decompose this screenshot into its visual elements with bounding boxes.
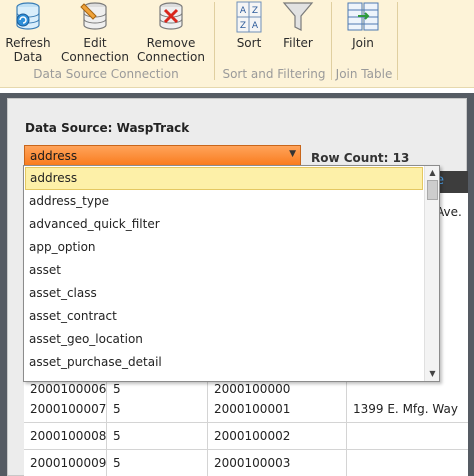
- refresh-data-label: Refresh Data: [5, 36, 51, 64]
- dropdown-item-address[interactable]: address: [25, 167, 423, 190]
- table-row[interactable]: 2000100009 5 2000100003: [24, 450, 468, 476]
- sort-icon-letter: A: [240, 6, 247, 16]
- sort-label: Sort: [236, 36, 262, 50]
- table-cell: 5: [107, 450, 208, 476]
- group-label-join: Join Table: [335, 67, 393, 81]
- table-cell: 5: [107, 423, 208, 450]
- dropdown-item-asset-contract[interactable]: asset_contract: [25, 305, 423, 328]
- table-row[interactable]: 2000100007 5 2000100001 1399 E. Mfg. Way: [24, 395, 468, 423]
- database-remove-icon: [159, 2, 183, 30]
- ribbon-separator: [397, 2, 398, 80]
- table-cell: [347, 450, 468, 476]
- scroll-down-arrow-icon[interactable]: ▼: [425, 367, 440, 381]
- sort-icon-letter: Z: [240, 21, 246, 31]
- table-cell: 2000100002: [208, 423, 347, 450]
- dropdown-item-asset-class[interactable]: asset_class: [25, 282, 423, 305]
- table-select-dropdown-list[interactable]: address address_type advanced_quick_filt…: [23, 165, 440, 382]
- filter-button[interactable]: Filter: [276, 0, 320, 50]
- group-label-sort: Sort and Filtering: [222, 67, 326, 81]
- combobox-value: address: [30, 149, 78, 163]
- sort-icon-letter: Z: [252, 6, 258, 16]
- dropdown-item-asset[interactable]: asset: [25, 259, 423, 282]
- table-cell: 2000100007: [24, 395, 107, 423]
- sort-button[interactable]: A Z Z A Sort: [226, 0, 272, 50]
- table-select-combobox[interactable]: address ▼: [24, 145, 301, 167]
- dropdown-item-app-option[interactable]: app_option: [25, 236, 423, 259]
- database-refresh-icon: [16, 2, 40, 30]
- join-label: Join: [352, 36, 374, 50]
- join-button[interactable]: Join: [342, 0, 384, 50]
- table-cell: 2000100008: [24, 423, 107, 450]
- database-edit-icon: [80, 2, 107, 30]
- table-cell: 1399 E. Mfg. Way: [353, 402, 458, 416]
- filter-label: Filter: [283, 36, 313, 50]
- table-row[interactable]: 2000100008 5 2000100002: [24, 423, 468, 450]
- table-cell: 2000100001: [208, 395, 347, 423]
- remove-connection-label: Remove Connection: [137, 36, 205, 64]
- dropdown-item-asset-geo-location[interactable]: asset_geo_location: [25, 328, 423, 351]
- table-cell: 2000100009: [24, 450, 107, 476]
- remove-connection-button[interactable]: Remove Connection: [135, 0, 207, 64]
- join-table-icon: [347, 2, 379, 31]
- datasource-label: Data Source: WaspTrack: [25, 121, 190, 135]
- refresh-data-button[interactable]: Refresh Data: [3, 0, 53, 64]
- sort-icon: A Z Z A: [236, 1, 262, 33]
- scrollbar-thumb[interactable]: [427, 180, 438, 200]
- dropdown-scrollbar[interactable]: ▲ ▼: [424, 166, 439, 381]
- chevron-down-icon[interactable]: ▼: [289, 149, 296, 159]
- table-cell: 5: [107, 395, 208, 423]
- funnel-filter-icon: [282, 2, 314, 31]
- row-count-label: Row Count: 13: [311, 151, 410, 165]
- dropdown-item-address-type[interactable]: address_type: [25, 190, 423, 213]
- ribbon-separator: [214, 2, 215, 80]
- dropdown-item-advanced-quick-filter[interactable]: advanced_quick_filter: [25, 213, 423, 236]
- edit-connection-label: Edit Connection: [61, 36, 129, 64]
- scroll-up-arrow-icon[interactable]: ▲: [425, 166, 440, 180]
- sort-icon-letter: A: [252, 21, 259, 31]
- ribbon-toolbar: Refresh Data Edit Connection Remove Conn…: [0, 0, 474, 88]
- ribbon-separator: [331, 2, 332, 80]
- dropdown-item-asset-purchase-detail[interactable]: asset_purchase_detail: [25, 351, 423, 374]
- group-label-datasource: Data Source Connection: [33, 67, 179, 81]
- table-cell: [347, 423, 468, 450]
- edit-connection-button[interactable]: Edit Connection: [60, 0, 130, 64]
- table-cell: 2000100003: [208, 450, 347, 476]
